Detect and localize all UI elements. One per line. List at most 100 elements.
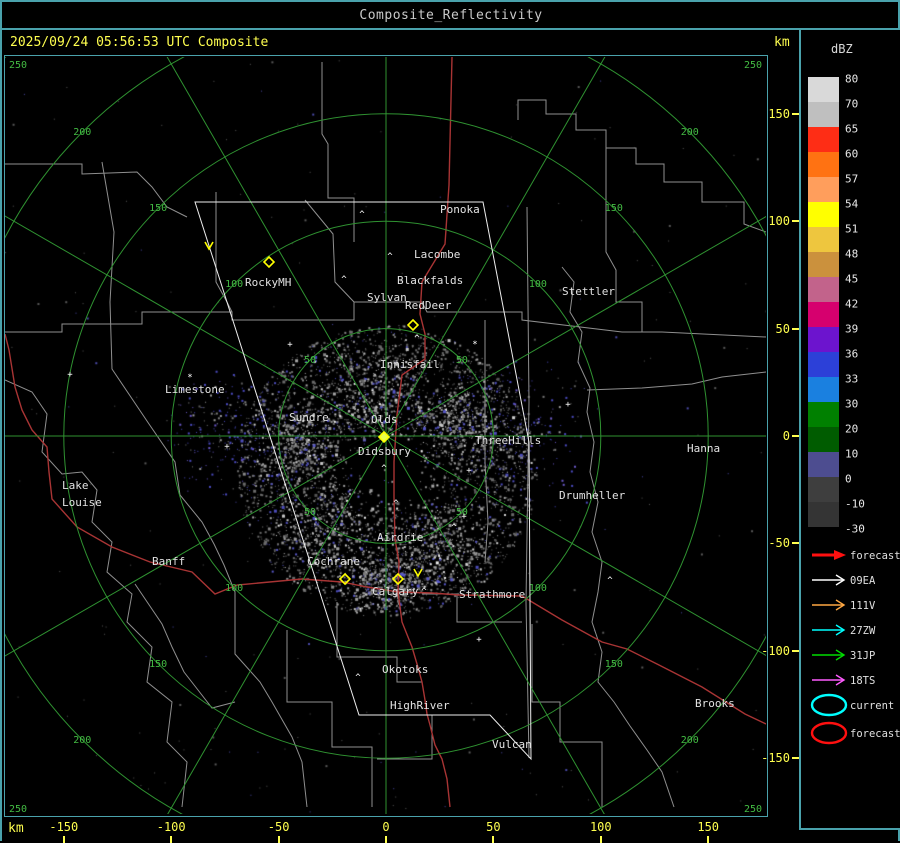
range-ring-label: 50 xyxy=(304,507,316,518)
county-boundary xyxy=(606,148,642,332)
legend-label: current xyxy=(850,700,894,712)
range-ring-label: 200 xyxy=(681,127,699,138)
colorbar-value: 51 xyxy=(845,223,858,236)
legend-item-27ZW-3[interactable]: 27ZW xyxy=(812,625,876,637)
right-axis-tick-label: 50 xyxy=(776,322,790,336)
range-ring-label: 150 xyxy=(149,203,167,214)
colorbar-swatch-42 xyxy=(808,302,839,327)
colorbar-value: 10 xyxy=(845,448,858,461)
right-axis-tick xyxy=(792,650,799,652)
colorbar-value: 30 xyxy=(845,398,858,411)
cell-ellipse-icon xyxy=(812,695,846,715)
county-boundary xyxy=(532,624,602,807)
colorbar-swatch-57 xyxy=(808,177,839,202)
city-label-rockymh: RockyMH xyxy=(245,276,291,289)
range-ring-label: 50 xyxy=(456,355,468,366)
bottom-axis-tick-label: 0 xyxy=(382,820,389,834)
range-ring-label: 150 xyxy=(605,659,623,670)
colorbar-value: 57 xyxy=(845,173,858,186)
colorbar-value: 45 xyxy=(845,273,858,286)
county-boundary xyxy=(322,62,354,242)
colorbar-value: 70 xyxy=(845,98,858,111)
right-axis-tick xyxy=(792,435,799,437)
city-label-sylvan: Sylvan xyxy=(367,291,407,304)
city-label-reddeer: RedDeer xyxy=(405,299,452,312)
legend-label: 18TS xyxy=(850,675,875,687)
bottom-axis-tick xyxy=(63,836,65,843)
right-axis-tick-label: 100 xyxy=(768,214,790,228)
colorbar-swatch-0 xyxy=(808,477,839,502)
azimuth-line xyxy=(114,436,387,816)
obs-marker: + xyxy=(565,400,571,410)
bottom-axis-tick-label: 100 xyxy=(590,820,612,834)
obs-marker: ^ xyxy=(421,587,427,597)
range-ring-label: 100 xyxy=(529,583,547,594)
azimuth-line xyxy=(2,436,386,709)
colorbar-value: 60 xyxy=(845,148,858,161)
right-axis-tick xyxy=(792,113,799,115)
city-label-olds: Olds xyxy=(371,413,398,426)
obs-marker: * xyxy=(187,373,192,383)
bottom-axis-tick-label: -150 xyxy=(49,820,78,834)
obs-marker: + xyxy=(461,512,467,522)
legend-item-18TS-5[interactable]: 18TS xyxy=(812,675,875,687)
obs-marker: ^ xyxy=(393,499,399,509)
legend-item-09EA-1[interactable]: 09EA xyxy=(812,575,876,587)
colorbar-swatch-33 xyxy=(808,377,839,402)
obs-marker: ^ xyxy=(607,576,613,586)
colorbar-value: 33 xyxy=(845,373,858,386)
obs-marker: + xyxy=(67,370,73,380)
county-boundary xyxy=(377,715,432,759)
county-boundary xyxy=(562,267,674,807)
range-ring-label: 200 xyxy=(73,735,91,746)
city-label-banff: Banff xyxy=(152,555,185,568)
map-overlay-svg: 5050505010010010010015015015015020020020… xyxy=(2,2,799,816)
bottom-axis-tick-label: -100 xyxy=(157,820,186,834)
colorbar-swatch-20 xyxy=(808,427,839,452)
right-axis-tick-label: 0 xyxy=(783,429,790,443)
right-axis-tick xyxy=(792,757,799,759)
city-label-stettler: Stettler xyxy=(562,285,615,298)
city-label-drumheller: Drumheller xyxy=(559,489,626,502)
right-axis-tick xyxy=(792,220,799,222)
city-label-vulcan: Vulcan xyxy=(492,738,532,751)
obs-marker: ^ xyxy=(451,523,457,533)
forecast-arrow-head xyxy=(834,550,846,560)
county-boundary xyxy=(135,584,235,708)
colorbar-swatch-60 xyxy=(808,152,839,177)
legend-item-forecast-7[interactable]: forecast xyxy=(812,723,900,743)
range-ring-label: 250 xyxy=(9,804,27,815)
colorbar-swatch-39 xyxy=(808,327,839,352)
county-boundary xyxy=(518,100,766,232)
range-ring-label: 150 xyxy=(605,203,623,214)
bottom-axis-tick xyxy=(385,836,387,843)
radar-app-window: Composite_Reflectivity 2025/09/24 05:56:… xyxy=(0,0,900,841)
obs-marker: + xyxy=(466,466,472,476)
bottom-axis-tick xyxy=(600,836,602,843)
legend-item-current-6[interactable]: current xyxy=(812,695,894,715)
range-ring-label: 250 xyxy=(744,804,762,815)
check-marker xyxy=(414,569,422,576)
obs-marker: + xyxy=(224,442,230,452)
county-boundary xyxy=(102,162,307,807)
range-ring-label: 100 xyxy=(529,279,547,290)
colorbar-value: 39 xyxy=(845,323,858,336)
colorbar-swatch-80 xyxy=(808,77,839,102)
colorbar-swatch-36 xyxy=(808,352,839,377)
city-label-cochrane: Cochrane xyxy=(307,555,360,568)
legend-item-31JP-4[interactable]: 31JP xyxy=(812,650,875,662)
obs-marker: + xyxy=(476,635,482,645)
legend-item-111V-2[interactable]: 111V xyxy=(812,600,876,612)
colorbar-swatch-48 xyxy=(808,252,839,277)
city-label-limestone: Limestone xyxy=(165,383,225,396)
city-label-ponoka: Ponoka xyxy=(440,203,480,216)
city-label-innisfail: Innisfail xyxy=(380,358,440,371)
bottom-distance-axis: km -150-100-50050100150 xyxy=(2,816,799,843)
legend-item-forecast-0[interactable]: forecast xyxy=(812,550,900,562)
right-distance-axis: 150100500-50-100-150 xyxy=(767,55,799,815)
colorbar-value: 80 xyxy=(845,73,858,86)
colorbar-swatch-65 xyxy=(808,127,839,152)
legend-label: 31JP xyxy=(850,650,875,662)
bottom-axis-tick xyxy=(278,836,280,843)
obs-marker: ^ xyxy=(381,464,387,474)
